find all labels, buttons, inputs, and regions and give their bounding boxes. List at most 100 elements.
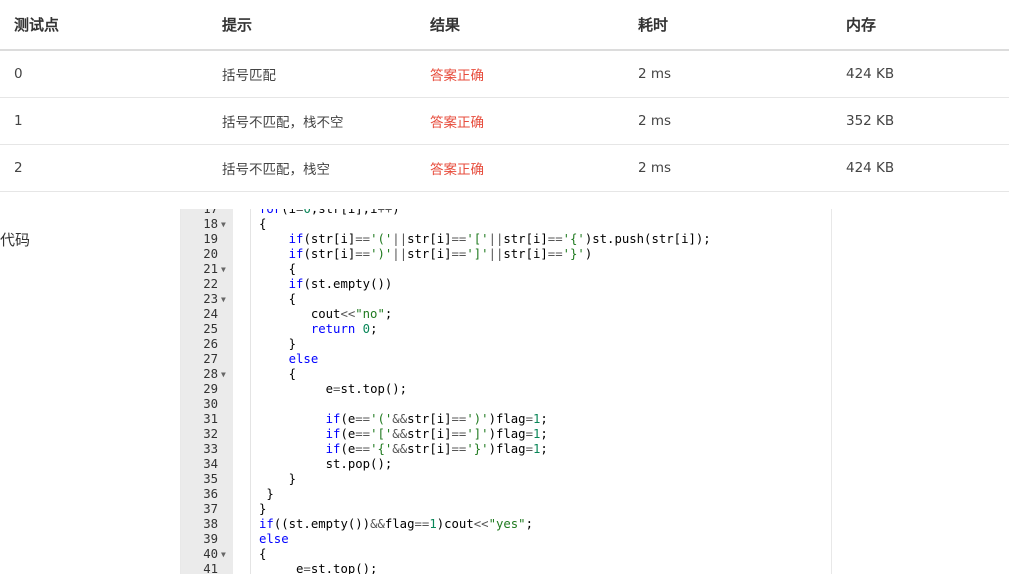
code-line: 24 cout<<"no";: [181, 307, 831, 322]
test-time: 2 ms: [624, 97, 832, 145]
code-text: if(e=='['&&str[i]==']')flag=1;: [325, 427, 548, 441]
code-line: 22 if(st.empty()): [181, 277, 831, 292]
code-line: 40 ▼ {: [181, 547, 831, 562]
test-hint: 括号匹配: [208, 50, 416, 98]
code-text: if(e=='('&&str[i]==')')flag=1;: [325, 412, 548, 426]
header-hint: 提示: [208, 0, 416, 51]
line-number: 32: [203, 427, 218, 441]
test-hint: 括号不匹配，栈空: [208, 144, 416, 192]
code-line: 19 if(str[i]=='('||str[i]=='['||str[i]==…: [181, 232, 831, 247]
code-text: if(str[i]==')'||str[i]==']'||str[i]=='}'…: [288, 247, 593, 261]
code-viewer[interactable]: 17 for(i=0;str[i];i++) 18 ▼{19 if(str[i]=='…: [180, 209, 832, 574]
test-memory: 424 KB: [832, 50, 1009, 98]
code-line: 38 if((st.empty())&&flag==1)cout<<"yes";: [181, 517, 831, 532]
code-text: e=st.top();: [259, 562, 378, 574]
code-text: }: [259, 472, 297, 486]
line-number: 30: [203, 397, 218, 411]
line-number: 40: [203, 547, 218, 561]
code-line: 25 return 0;: [181, 322, 831, 337]
code-line: 36 }: [181, 487, 831, 502]
code-text: {: [259, 217, 267, 231]
code-line: 17 for(i=0;str[i];i++): [181, 209, 831, 217]
code-line: 28 ▼ {: [181, 367, 831, 382]
code-line: 41 e=st.top();: [181, 562, 831, 574]
line-number: 23: [203, 292, 218, 306]
table-row: 0 括号匹配 答案正确 2 ms 424 KB: [0, 50, 1009, 98]
code-line: 20 if(str[i]==')'||str[i]==']'||str[i]==…: [181, 247, 831, 262]
line-number: 20: [203, 247, 218, 261]
line-number: 22: [203, 277, 218, 291]
code-text: {: [259, 262, 297, 276]
code-line: 26 }: [181, 337, 831, 352]
line-number: 37: [203, 502, 218, 516]
line-number: 17: [203, 209, 218, 216]
code-line: 31 if(e=='('&&str[i]==')')flag=1;: [181, 412, 831, 427]
line-number: 25: [203, 322, 218, 336]
table-row: 2 括号不匹配，栈空 答案正确 2 ms 424 KB: [0, 144, 1009, 192]
code-text: }: [259, 502, 267, 516]
line-number: 28: [203, 367, 218, 381]
fold-arrow-icon[interactable]: ▼: [221, 292, 231, 307]
code-content[interactable]: 17 for(i=0;str[i];i++) 18 ▼{19 if(str[i]=='…: [181, 209, 831, 574]
code-text: if((st.empty())&&flag==1)cout<<"yes";: [259, 517, 533, 531]
line-number: 27: [203, 352, 218, 366]
code-text: cout<<"no";: [259, 307, 393, 321]
submission-result-page: 测试点 提示 结果 耗时 内存 0 括号匹配 答案正确 2 ms 424 KB …: [0, 0, 1009, 574]
line-number: 34: [203, 457, 218, 471]
line-number: 19: [203, 232, 218, 246]
line-number: 29: [203, 382, 218, 396]
test-point-id: 1: [0, 97, 208, 145]
fold-arrow-icon[interactable]: ▼: [221, 217, 231, 232]
code-line: 29 e=st.top();: [181, 382, 831, 397]
code-line: 32 if(e=='['&&str[i]==']')flag=1;: [181, 427, 831, 442]
code-text: }: [259, 487, 274, 501]
code-text: st.pop();: [259, 457, 393, 471]
test-results-table: 测试点 提示 结果 耗时 内存 0 括号匹配 答案正确 2 ms 424 KB …: [0, 0, 1009, 192]
code-line: 39 else: [181, 532, 831, 547]
test-hint: 括号不匹配，栈不空: [208, 97, 416, 145]
fold-arrow-icon[interactable]: ▼: [221, 547, 231, 562]
line-number: 41: [203, 562, 218, 574]
test-result: 答案正确: [416, 144, 624, 192]
test-time: 2 ms: [624, 50, 832, 98]
test-result: 答案正确: [416, 97, 624, 145]
code-text: e=st.top();: [259, 382, 408, 396]
line-number: 21: [203, 262, 218, 276]
code-text: else: [288, 352, 319, 366]
line-number: 26: [203, 337, 218, 351]
code-line: 30: [181, 397, 831, 412]
code-text: {: [259, 367, 297, 381]
test-time: 2 ms: [624, 144, 832, 192]
code-line: 18 ▼ {: [181, 217, 831, 232]
line-number: 24: [203, 307, 218, 321]
header-result: 结果: [416, 0, 624, 51]
test-point-id: 2: [0, 144, 208, 192]
code-text: else: [259, 532, 289, 546]
code-line: 33 if(e=='{'&&str[i]=='}')flag=1;: [181, 442, 831, 457]
fold-arrow-icon[interactable]: ▼: [221, 262, 231, 277]
test-point-id: 0: [0, 50, 208, 98]
test-result: 答案正确: [416, 50, 624, 98]
test-memory: 352 KB: [832, 97, 1009, 145]
code-text: for(i=0;str[i];i++): [259, 209, 400, 216]
line-number: 36: [203, 487, 218, 501]
header-test-point: 测试点: [0, 0, 208, 51]
code-line: 21 ▼ {: [181, 262, 831, 277]
line-number: 38: [203, 517, 218, 531]
code-line: 34 st.pop();: [181, 457, 831, 472]
test-memory: 424 KB: [832, 144, 1009, 192]
header-time: 耗时: [624, 0, 832, 51]
code-text: }: [259, 337, 297, 351]
code-text: {: [259, 547, 267, 561]
code-line: 37}: [181, 502, 831, 517]
header-memory: 内存: [832, 0, 1009, 51]
fold-arrow-icon[interactable]: ▼: [221, 367, 231, 382]
code-lines: 17 for(i=0;str[i];i++) 18 ▼{19 if(str[i]=='…: [181, 209, 831, 574]
code-section-label: 代码: [0, 231, 31, 249]
code-text: {: [259, 292, 297, 306]
line-number: 35: [203, 472, 218, 486]
line-number: 33: [203, 442, 218, 456]
code-text: if(e=='{'&&str[i]=='}')flag=1;: [325, 442, 548, 456]
line-number: 31: [203, 412, 218, 426]
code-line: 35 }: [181, 472, 831, 487]
